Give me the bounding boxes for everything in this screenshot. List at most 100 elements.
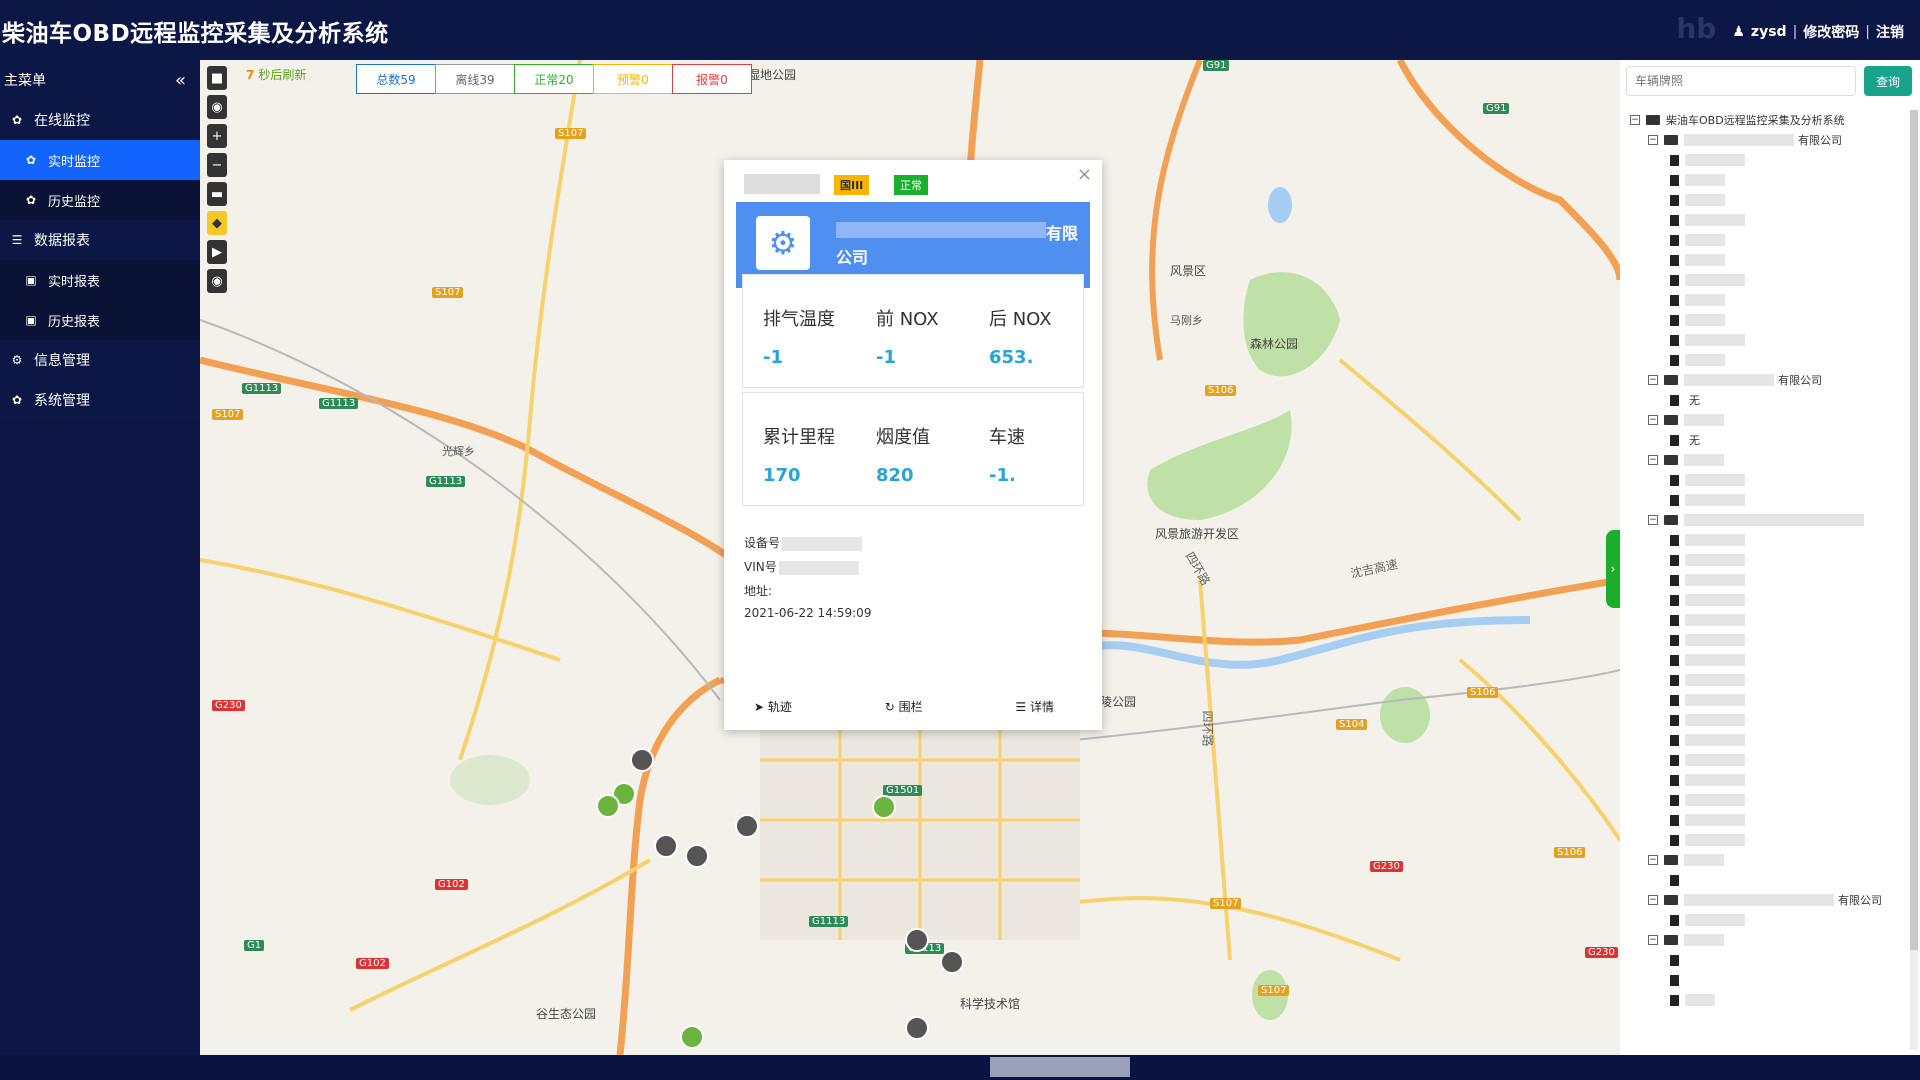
tree-vehicle-node[interactable] bbox=[1630, 290, 1910, 310]
tree-vehicle-node[interactable] bbox=[1630, 730, 1910, 750]
tab-normal[interactable]: 正常20 bbox=[514, 64, 594, 94]
tree-vehicle-node[interactable] bbox=[1630, 990, 1910, 1010]
tab-offline[interactable]: 离线39 bbox=[435, 64, 515, 94]
tree-vehicle-node[interactable] bbox=[1630, 250, 1910, 270]
tree-vehicle-node[interactable] bbox=[1630, 970, 1910, 990]
vehicle-marker-offline[interactable] bbox=[685, 844, 709, 868]
track-button[interactable]: ➤ 轨迹 bbox=[754, 698, 792, 715]
tree-vehicle-node[interactable] bbox=[1630, 270, 1910, 290]
sidebar-item-data-report[interactable]: ☰ 数据报表 bbox=[0, 220, 200, 260]
tree-vehicle-node[interactable]: 无 bbox=[1630, 430, 1910, 450]
collapse-toggle-icon[interactable]: − bbox=[1648, 135, 1658, 145]
vehicle-marker-offline[interactable] bbox=[905, 1016, 929, 1040]
collapse-toggle-icon[interactable]: − bbox=[1648, 935, 1658, 945]
plate-search-input[interactable] bbox=[1626, 66, 1856, 96]
tree-vehicle-node[interactable] bbox=[1630, 350, 1910, 370]
sidebar-item-history-report[interactable]: ▣ 历史报表 bbox=[0, 300, 200, 340]
tree-vehicle-node[interactable] bbox=[1630, 750, 1910, 770]
vehicle-marker-offline[interactable] bbox=[940, 950, 964, 974]
change-password-link[interactable]: 修改密码 bbox=[1803, 22, 1859, 42]
tree-vehicle-node[interactable] bbox=[1630, 490, 1910, 510]
tree-vehicle-node[interactable] bbox=[1630, 710, 1910, 730]
tree-vehicle-node[interactable] bbox=[1630, 190, 1910, 210]
map-canvas[interactable]: 湿地公园 风景区 森林公园 风景旅游开发区 谷生态公园 科学技术馆 马刚乡 光辉… bbox=[200, 60, 1620, 1055]
vehicle-marker-offline[interactable] bbox=[654, 834, 678, 858]
zoom-in-icon[interactable]: + bbox=[207, 124, 227, 148]
collapse-toggle-icon[interactable]: − bbox=[1648, 895, 1658, 905]
tree-vehicle-node[interactable] bbox=[1630, 570, 1910, 590]
close-icon[interactable]: × bbox=[1077, 164, 1092, 185]
collapse-toggle-icon[interactable]: − bbox=[1648, 375, 1658, 385]
tab-warning[interactable]: 预警0 bbox=[593, 64, 673, 94]
tab-alarm[interactable]: 报警0 bbox=[672, 64, 752, 94]
tree-vehicle-node[interactable] bbox=[1630, 330, 1910, 350]
search-button[interactable]: 查询 bbox=[1864, 66, 1912, 96]
tree-root[interactable]: − 柴油车OBD远程监控采集及分析系统 bbox=[1630, 110, 1910, 130]
tree-vehicle-node[interactable] bbox=[1630, 690, 1910, 710]
sidebar-item-realtime-report[interactable]: ▣ 实时报表 bbox=[0, 260, 200, 300]
zoom-out-icon[interactable]: − bbox=[207, 153, 227, 177]
tree-company-node[interactable]: − bbox=[1630, 930, 1910, 950]
vehicle-marker-online[interactable] bbox=[680, 1025, 704, 1049]
tab-total[interactable]: 总数59 bbox=[356, 64, 436, 94]
tree-vehicle-node[interactable] bbox=[1630, 870, 1910, 890]
logout-link[interactable]: 注销 bbox=[1876, 22, 1904, 42]
sidebar-item-history-monitor[interactable]: ✿ 历史监控 bbox=[0, 180, 200, 220]
vehicle-marker-offline[interactable] bbox=[905, 928, 929, 952]
detail-button[interactable]: ☰ 详情 bbox=[1015, 698, 1054, 715]
tree-vehicle-node[interactable] bbox=[1630, 310, 1910, 330]
globe-icon[interactable]: ◉ bbox=[207, 95, 227, 119]
tree-vehicle-node[interactable] bbox=[1630, 670, 1910, 690]
tree-company-node[interactable]: − bbox=[1630, 510, 1910, 530]
scroll-thumb[interactable] bbox=[1910, 110, 1918, 950]
collapse-toggle-icon[interactable]: − bbox=[1648, 515, 1658, 525]
tree-vehicle-node[interactable] bbox=[1630, 610, 1910, 630]
tree-vehicle-node[interactable] bbox=[1630, 210, 1910, 230]
tree-company-node[interactable]: − bbox=[1630, 450, 1910, 470]
sidebar-item-info-manage[interactable]: ⚙ 信息管理 bbox=[0, 340, 200, 380]
username-link[interactable]: zysd bbox=[1751, 24, 1787, 40]
tree-vehicle-node[interactable] bbox=[1630, 550, 1910, 570]
eye-icon[interactable]: ◉ bbox=[207, 269, 227, 293]
tree-vehicle-node[interactable] bbox=[1630, 910, 1910, 930]
tree-vehicle-node[interactable] bbox=[1630, 530, 1910, 550]
vehicle-marker-online[interactable] bbox=[596, 794, 620, 818]
collapse-icon[interactable]: « bbox=[175, 70, 186, 91]
vehicle-marker-online[interactable] bbox=[872, 795, 896, 819]
tree-vehicle-node[interactable] bbox=[1630, 230, 1910, 250]
select-tool-icon[interactable]: ▶ bbox=[207, 240, 227, 264]
sidebar-item-system-manage[interactable]: ✿ 系统管理 bbox=[0, 380, 200, 420]
tree-vehicle-node[interactable] bbox=[1630, 830, 1910, 850]
tree-vehicle-node[interactable] bbox=[1630, 810, 1910, 830]
tree-vehicle-node[interactable] bbox=[1630, 770, 1910, 790]
vehicle-marker-offline[interactable] bbox=[735, 814, 759, 838]
tree-vehicle-node[interactable] bbox=[1630, 150, 1910, 170]
tree-vehicle-node[interactable] bbox=[1630, 170, 1910, 190]
tree-vehicle-node[interactable] bbox=[1630, 630, 1910, 650]
fence-button[interactable]: ↻ 围栏 bbox=[885, 698, 923, 715]
collapse-toggle-icon[interactable]: − bbox=[1630, 115, 1640, 125]
marker-tool-icon[interactable]: ◆ bbox=[207, 211, 227, 235]
tree-company-node[interactable]: − 有限公司 bbox=[1630, 130, 1910, 150]
tree-vehicle-node[interactable] bbox=[1630, 470, 1910, 490]
tree-vehicle-node[interactable] bbox=[1630, 590, 1910, 610]
tree-vehicle-node[interactable] bbox=[1630, 950, 1910, 970]
layer-icon[interactable]: ■ bbox=[207, 66, 227, 90]
collapse-toggle-icon[interactable]: − bbox=[1648, 455, 1658, 465]
tree-company-node[interactable]: − 有限公司 bbox=[1630, 370, 1910, 390]
vehicle-marker-offline[interactable] bbox=[630, 748, 654, 772]
sidebar-item-realtime-monitor[interactable]: ✿ 实时监控 bbox=[0, 140, 200, 180]
collapse-toggle-icon[interactable]: − bbox=[1648, 855, 1658, 865]
tree-vehicle-node[interactable]: 无 bbox=[1630, 390, 1910, 410]
tree-company-node[interactable]: − bbox=[1630, 410, 1910, 430]
sidebar-item-online-monitor[interactable]: ✿ 在线监控 bbox=[0, 100, 200, 140]
road-shield: S107 bbox=[555, 128, 587, 139]
scrollbar[interactable] bbox=[1910, 110, 1918, 1050]
panel-toggle-button[interactable]: › bbox=[1606, 530, 1620, 608]
tree-company-node[interactable]: − bbox=[1630, 850, 1910, 870]
collapse-toggle-icon[interactable]: − bbox=[1648, 415, 1658, 425]
ruler-icon[interactable]: ▬ bbox=[207, 182, 227, 206]
tree-vehicle-node[interactable] bbox=[1630, 650, 1910, 670]
tree-vehicle-node[interactable] bbox=[1630, 790, 1910, 810]
tree-company-node[interactable]: − 有限公司 bbox=[1630, 890, 1910, 910]
